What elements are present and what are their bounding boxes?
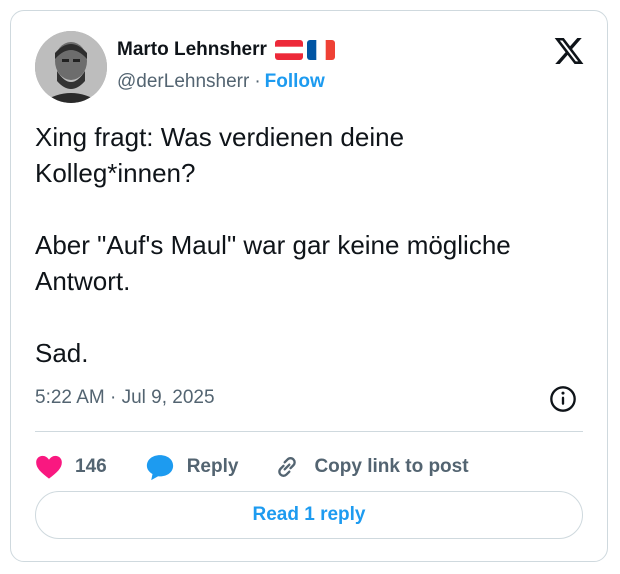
- heart-icon: [36, 455, 62, 479]
- follow-button[interactable]: Follow: [265, 71, 325, 93]
- austria-flag-icon: [274, 40, 303, 60]
- author-handle-row: @derLehnsherr · Follow: [117, 71, 325, 93]
- read-replies-button[interactable]: Read 1 reply: [35, 491, 583, 539]
- france-flag-icon: [306, 40, 335, 60]
- flag-emojis: [274, 40, 335, 60]
- author-handle[interactable]: @derLehnsherr: [117, 71, 249, 93]
- copy-link-button[interactable]: Copy link to post: [272, 453, 469, 481]
- like-button[interactable]: 146: [35, 454, 107, 480]
- copy-link-label: Copy link to post: [314, 456, 469, 477]
- handle-separator: ·: [254, 71, 261, 92]
- read-replies-label: Read 1 reply: [252, 504, 366, 525]
- reply-button[interactable]: Reply: [145, 453, 239, 481]
- avatar[interactable]: [35, 31, 107, 103]
- link-icon: [278, 457, 297, 477]
- author-name-row: Marto Lehnsherr: [117, 37, 335, 63]
- divider: [35, 431, 583, 432]
- post-timestamp[interactable]: 5:22 AM · Jul 9, 2025: [35, 387, 215, 409]
- like-count: 146: [75, 456, 107, 477]
- info-icon[interactable]: [549, 385, 577, 413]
- action-bar: 146 Reply Copy link to post: [35, 447, 469, 487]
- embedded-post-card: Marto Lehnsherr @derLehnsherr · Follow X…: [10, 10, 608, 562]
- avatar-image: [35, 31, 107, 103]
- x-logo-icon[interactable]: [553, 35, 585, 67]
- author-name[interactable]: Marto Lehnsherr: [117, 39, 267, 61]
- reply-bubble-icon: [146, 455, 173, 481]
- reply-label: Reply: [186, 456, 239, 477]
- post-text: Xing fragt: Was verdienen deine Kolleg*i…: [35, 122, 511, 368]
